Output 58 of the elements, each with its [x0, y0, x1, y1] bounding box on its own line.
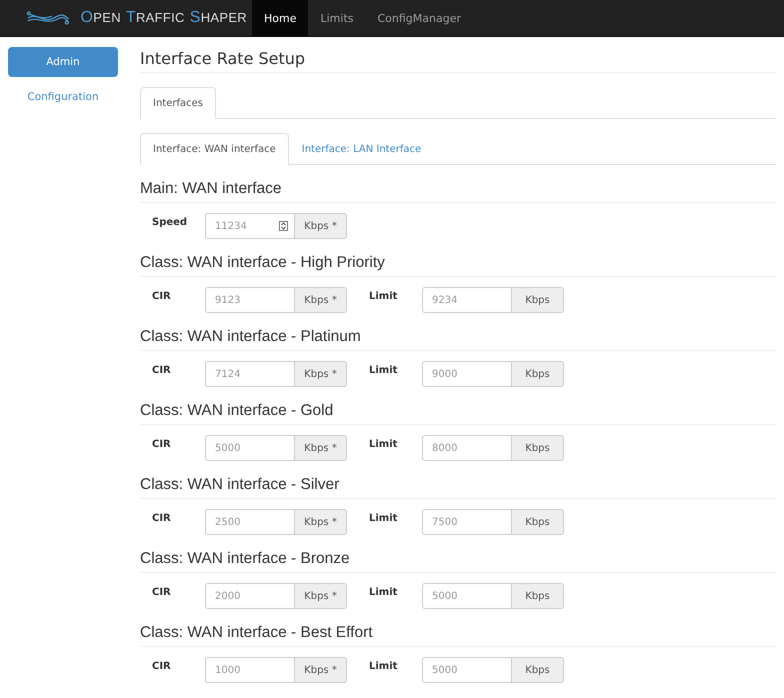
unit-addon: Kbps: [512, 435, 564, 461]
section-heading: Class: WAN interface - Gold: [140, 391, 776, 425]
field-label: Limit: [369, 512, 398, 526]
unit-addon: Kbps *: [295, 657, 347, 683]
tab[interactable]: Interfaces: [140, 87, 216, 119]
field-label: Limit: [369, 586, 398, 600]
number-field[interactable]: 2000: [205, 583, 295, 609]
field-label: CIR: [152, 660, 172, 674]
brand-title[interactable]: OPEN TRAFFIC SHAPER: [80, 9, 252, 27]
number-field[interactable]: 9234: [422, 287, 512, 313]
unit-addon: Kbps *: [295, 509, 347, 535]
tab[interactable]: Interface: WAN interface: [140, 133, 289, 165]
field-label: Speed: [152, 216, 188, 230]
cable-logo-icon: [26, 10, 70, 26]
number-field[interactable]: 9123: [205, 287, 295, 313]
unit-addon: Kbps: [512, 583, 564, 609]
unit-addon: Kbps: [512, 287, 564, 313]
field-label: CIR: [152, 364, 172, 378]
field-label: CIR: [152, 290, 172, 304]
number-field[interactable]: 8000: [422, 435, 512, 461]
number-field[interactable]: 5000: [422, 657, 512, 683]
field-label: Limit: [369, 660, 398, 674]
number-field[interactable]: 5000: [422, 583, 512, 609]
number-field[interactable]: 2500: [205, 509, 295, 535]
field-label: Limit: [369, 438, 398, 452]
unit-addon: Kbps: [512, 361, 564, 387]
field-label: CIR: [152, 438, 172, 452]
nav-link[interactable]: Limits: [308, 0, 366, 36]
section-heading: Class: WAN interface - Bronze: [140, 539, 776, 573]
number-field[interactable]: 7500: [422, 509, 512, 535]
sidebar-item[interactable]: Configuration: [8, 83, 118, 111]
unit-addon: Kbps *: [295, 435, 347, 461]
field-label: Limit: [369, 290, 398, 304]
field-label: CIR: [152, 586, 172, 600]
section-heading: Class: WAN interface - Silver: [140, 465, 776, 499]
page-title: Interface Rate Setup: [140, 37, 776, 73]
unit-addon: Kbps *: [295, 361, 347, 387]
section-heading: Main: WAN interface: [140, 169, 776, 203]
nav-link[interactable]: Home: [252, 0, 308, 36]
number-field[interactable]: 1000: [205, 657, 295, 683]
field-label: Limit: [369, 364, 398, 378]
unit-addon: Kbps *: [295, 213, 347, 239]
unit-addon: Kbps *: [295, 583, 347, 609]
section-heading: Class: WAN interface - Best Effort: [140, 613, 776, 647]
number-field[interactable]: 9000: [422, 361, 512, 387]
sidebar-item[interactable]: Admin: [8, 47, 118, 77]
spinner-icon[interactable]: [279, 221, 288, 231]
section-heading: Class: WAN interface - Platinum: [140, 317, 776, 351]
nav-link[interactable]: ConfigManager: [365, 0, 473, 36]
tab[interactable]: Interface: LAN Interface: [288, 133, 434, 165]
section-heading: Class: WAN interface - High Priority: [140, 243, 776, 277]
number-field[interactable]: 7124: [205, 361, 295, 387]
unit-addon: Kbps *: [295, 287, 347, 313]
number-field[interactable]: 11234: [205, 213, 295, 239]
field-label: CIR: [152, 512, 172, 526]
unit-addon: Kbps: [512, 657, 564, 683]
number-field[interactable]: 5000: [205, 435, 295, 461]
unit-addon: Kbps: [512, 509, 564, 535]
